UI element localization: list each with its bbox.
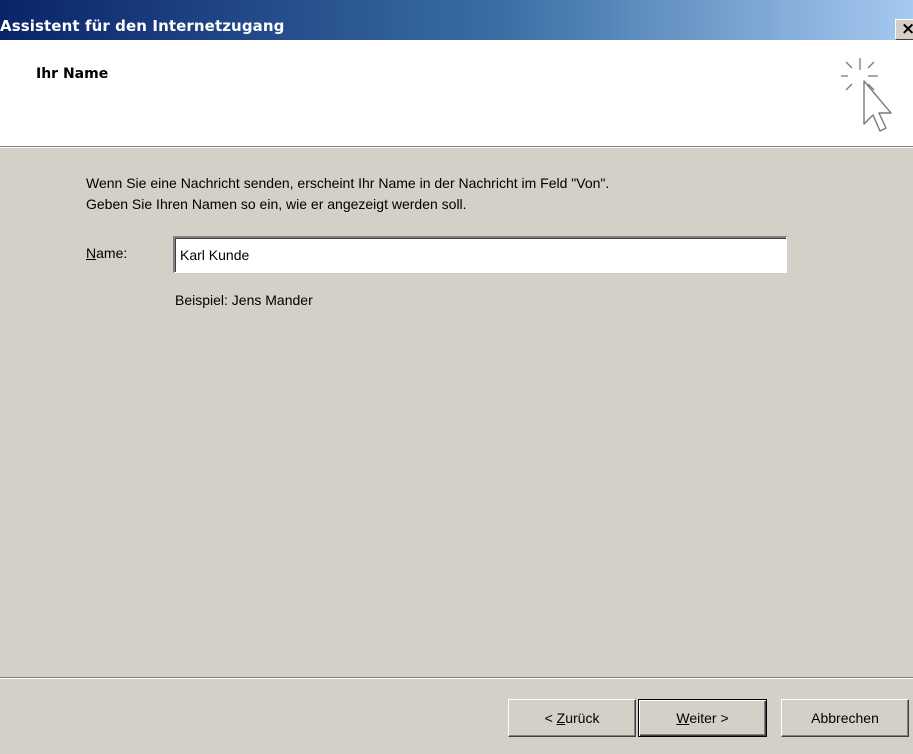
back-button[interactable]: < Zurück [508,699,636,737]
window-title: Assistent für den Internetzugang [0,17,285,35]
name-label-text: ame: [96,245,128,261]
back-button-accelerator: Z [556,710,566,726]
name-label-accelerator: N [86,245,97,261]
close-button[interactable]: × [895,19,913,40]
wizard-header: Ihr Name [0,40,913,146]
page-title: Ihr Name [36,66,109,82]
wizard-dialog: Assistent für den Internetzugang × Ihr N… [0,0,913,754]
footer-divider-highlight [0,678,913,679]
back-button-label: urück [565,710,600,726]
cancel-button[interactable]: Abbrechen [781,699,909,737]
back-button-prefix: < [544,710,557,726]
name-input[interactable] [173,236,787,273]
intro-text: Wenn Sie eine Nachricht senden, erschein… [86,173,609,215]
name-label: Name: [86,245,127,261]
name-example-hint: Beispiel: Jens Mander [175,292,313,308]
close-icon: × [901,19,913,39]
title-bar[interactable]: Assistent für den Internetzugang × [0,0,913,40]
intro-line-2: Geben Sie Ihren Namen so ein, wie er ang… [86,196,467,212]
wizard-sparkle-cursor-icon [841,58,892,132]
header-divider-highlight [0,147,913,148]
intro-line-1: Wenn Sie eine Nachricht senden, erschein… [86,175,610,191]
next-button[interactable]: Weiter > [638,699,767,737]
next-button-accelerator: W [676,710,690,726]
next-button-label: eiter > [689,710,729,726]
